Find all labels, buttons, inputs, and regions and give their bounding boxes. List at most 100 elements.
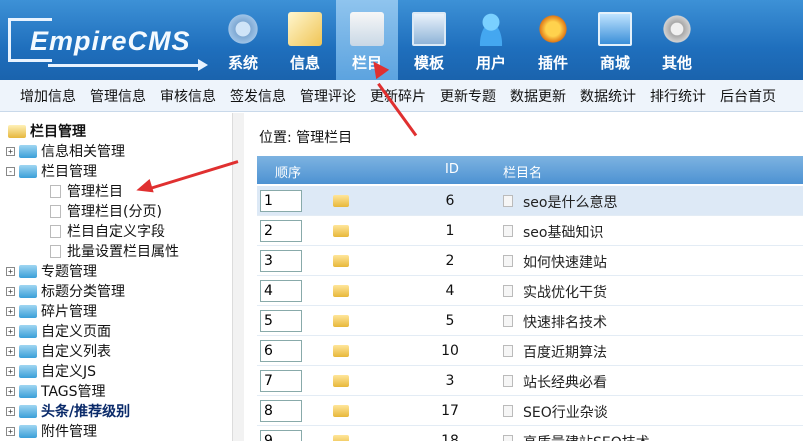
nav-item-0[interactable]: 系统 (212, 0, 274, 80)
order-input[interactable] (260, 430, 302, 441)
subnav-link-3[interactable]: 签发信息 (230, 86, 286, 106)
expand-icon[interactable]: + (6, 306, 15, 316)
expand-icon[interactable]: + (6, 386, 15, 396)
order-input[interactable] (260, 220, 302, 242)
table-row[interactable]: 4 实战优化干货 (257, 276, 803, 306)
sidebar-item-6[interactable]: + 专题管理 (6, 261, 97, 281)
subnav-link-6[interactable]: 更新专题 (440, 86, 496, 106)
column-header-name[interactable]: 栏目名 (503, 162, 542, 181)
sidebar-item-11[interactable]: + 自定义JS (6, 361, 96, 381)
page-icon (50, 244, 61, 258)
table-row[interactable]: 2 如何快速建站 (257, 246, 803, 276)
order-input[interactable] (260, 340, 302, 362)
sidebar-item-3[interactable]: 管理栏目(分页) (50, 201, 162, 221)
sidebar-item-9[interactable]: + 自定义页面 (6, 321, 111, 341)
sidebar-title: 栏目管理 (8, 121, 86, 141)
column-name-link[interactable]: 实战优化干货 (523, 282, 607, 302)
column-folder-icon[interactable] (333, 315, 349, 327)
column-header-order[interactable]: 顺序 (275, 162, 301, 181)
column-folder-icon[interactable] (333, 345, 349, 357)
column-folder-icon[interactable] (333, 435, 349, 441)
expand-icon[interactable]: + (6, 286, 15, 296)
expand-icon[interactable]: + (6, 346, 15, 356)
column-id: 18 (441, 433, 459, 441)
expand-icon[interactable]: + (6, 406, 15, 416)
column-folder-icon[interactable] (333, 225, 349, 237)
nav-item-4[interactable]: 用户 (460, 0, 522, 80)
table-row[interactable]: 5 快速排名技术 (257, 306, 803, 336)
column-header-id[interactable]: ID (445, 162, 459, 177)
column-folder-icon[interactable] (333, 285, 349, 297)
column-name-link[interactable]: 站长经典必看 (523, 372, 607, 392)
subnav-link-2[interactable]: 审核信息 (160, 86, 216, 106)
column-folder-icon[interactable] (333, 375, 349, 387)
nav-item-6[interactable]: 商城 (584, 0, 646, 80)
sidebar-item-1[interactable]: - 栏目管理 (6, 161, 97, 181)
column-name-link[interactable]: SEO行业杂谈 (523, 402, 608, 422)
sidebar-item-label: 信息相关管理 (41, 144, 125, 160)
subnav-link-8[interactable]: 数据统计 (580, 86, 636, 106)
column-id: 3 (445, 373, 455, 389)
page-icon (503, 345, 513, 357)
subnav-link-7[interactable]: 数据更新 (510, 86, 566, 106)
subnav-link-10[interactable]: 后台首页 (720, 86, 776, 106)
column-name-link[interactable]: 快速排名技术 (523, 312, 607, 332)
expand-icon[interactable]: + (6, 366, 15, 376)
collapse-icon[interactable]: - (6, 166, 15, 176)
sidebar-item-10[interactable]: + 自定义列表 (6, 341, 111, 361)
sidebar-item-7[interactable]: + 标题分类管理 (6, 281, 125, 301)
table-row[interactable]: 18 高质量建站SEO技术 (257, 426, 803, 441)
column-name-link[interactable]: seo是什么意思 (523, 192, 617, 212)
subnav-link-1[interactable]: 管理信息 (90, 86, 146, 106)
column-folder-icon[interactable] (333, 195, 349, 207)
expand-icon[interactable]: + (6, 326, 15, 336)
sidebar-item-12[interactable]: + TAGS管理 (6, 381, 106, 401)
column-name-link[interactable]: 如何快速建站 (523, 252, 607, 272)
folder-icon (19, 404, 37, 418)
order-input[interactable] (260, 190, 302, 212)
order-input[interactable] (260, 280, 302, 302)
empirecms-logo[interactable]: EmpireCMS (8, 18, 208, 71)
nav-item-3[interactable]: 模板 (398, 0, 460, 80)
nav-item-7[interactable]: 其他 (646, 0, 708, 80)
order-input[interactable] (260, 310, 302, 332)
table-row[interactable]: 17 SEO行业杂谈 (257, 396, 803, 426)
folder-icon (19, 284, 37, 298)
subnav-link-9[interactable]: 排行统计 (650, 86, 706, 106)
sidebar-item-13[interactable]: + 头条/推荐级别 (6, 401, 130, 421)
expand-icon[interactable]: + (6, 426, 15, 436)
sidebar-item-5[interactable]: 批量设置栏目属性 (50, 241, 179, 261)
nav-item-1[interactable]: 信息 (274, 0, 336, 80)
sidebar-item-2[interactable]: 管理栏目 (50, 181, 123, 201)
table-row[interactable]: 1 seo基础知识 (257, 216, 803, 246)
sidebar-item-14[interactable]: + 附件管理 (6, 421, 97, 441)
sidebar-item-4[interactable]: 栏目自定义字段 (50, 221, 165, 241)
nav-item-2[interactable]: 栏目 (336, 0, 398, 80)
nav-item-5[interactable]: 插件 (522, 0, 584, 80)
column-folder-icon[interactable] (333, 255, 349, 267)
table-row[interactable]: 3 站长经典必看 (257, 366, 803, 396)
order-input[interactable] (260, 400, 302, 422)
folder-icon (19, 424, 37, 438)
table-row[interactable]: 10 百度近期算法 (257, 336, 803, 366)
expand-icon[interactable]: + (6, 266, 15, 276)
subnav-link-4[interactable]: 管理评论 (300, 86, 356, 106)
sidebar-item-8[interactable]: + 碎片管理 (6, 301, 97, 321)
subnav-link-5[interactable]: 更新碎片 (370, 86, 426, 106)
column-name-link[interactable]: 百度近期算法 (523, 342, 607, 362)
subnav-link-0[interactable]: 增加信息 (20, 86, 76, 106)
column-name-link[interactable]: seo基础知识 (523, 222, 603, 242)
column-name-link[interactable]: 高质量建站SEO技术 (523, 432, 650, 441)
sub-nav-bar: 增加信息 管理信息 审核信息 签发信息 管理评论 更新碎片 更新专题 数据更新 数据统计 排行统计… (0, 80, 803, 112)
order-input[interactable] (260, 370, 302, 392)
table-row[interactable]: 6 seo是什么意思 (257, 186, 803, 216)
page-icon (50, 204, 61, 218)
expand-icon[interactable]: + (6, 146, 15, 156)
sidebar-item-0[interactable]: + 信息相关管理 (6, 141, 125, 161)
other-icon (660, 12, 694, 46)
column-folder-icon[interactable] (333, 405, 349, 417)
page-icon (503, 435, 513, 441)
nav-item-label: 用户 (475, 54, 506, 72)
order-input[interactable] (260, 250, 302, 272)
folder-icon (19, 264, 37, 278)
